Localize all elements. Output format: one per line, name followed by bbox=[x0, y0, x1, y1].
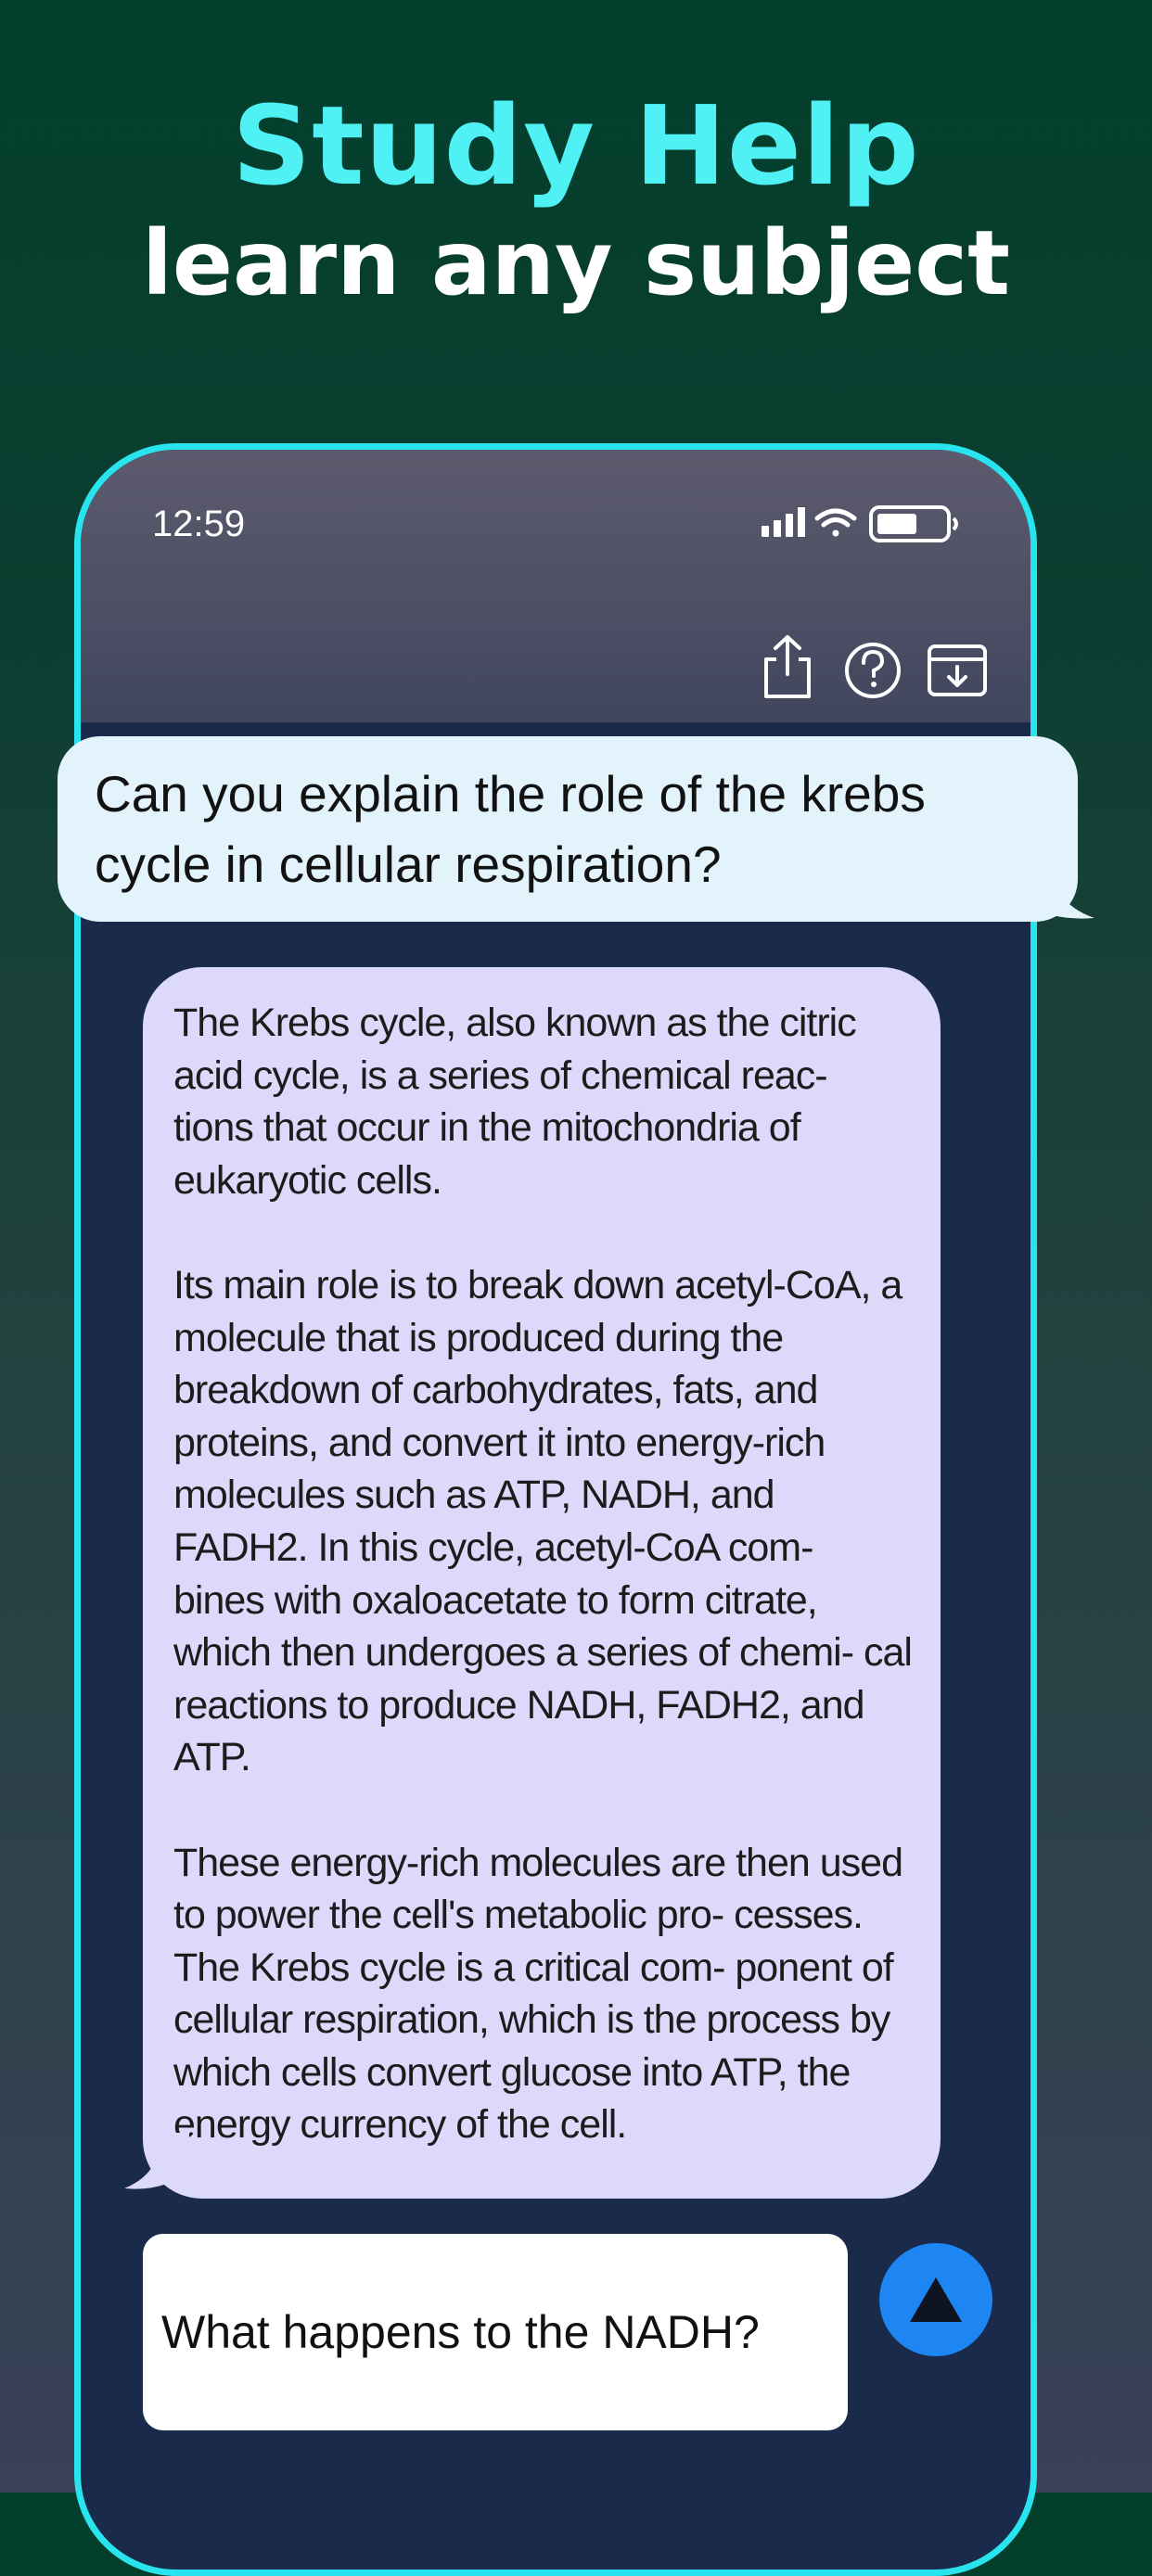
cellular-signal-icon bbox=[762, 507, 805, 537]
ai-bubble-tail bbox=[124, 2133, 189, 2189]
promo-subtitle: learn any subject bbox=[141, 211, 1011, 315]
wifi-icon bbox=[814, 508, 857, 537]
status-icons bbox=[762, 505, 958, 542]
ai-response-paragraph-1: The Krebs cycle, also known as the citri… bbox=[173, 1001, 857, 1203]
help-icon[interactable] bbox=[840, 631, 905, 702]
ai-response-paragraph-2: Its main role is to break down acetyl-Co… bbox=[173, 1262, 913, 1780]
download-icon[interactable] bbox=[925, 631, 990, 702]
promo-title: Study Help bbox=[232, 82, 920, 210]
app-header: 12:59 bbox=[81, 450, 1030, 722]
ai-response-paragraph-3: These energy-rich molecules are then use… bbox=[173, 1840, 903, 2148]
user-bubble-tail bbox=[1020, 862, 1094, 919]
send-button[interactable] bbox=[879, 2243, 992, 2356]
ai-response-bubble: The Krebs cycle, also known as the citri… bbox=[143, 967, 941, 2199]
share-icon[interactable] bbox=[755, 631, 820, 702]
user-message-bubble: Can you explain the role of the krebs cy… bbox=[58, 736, 1078, 922]
message-input[interactable]: What happens to the NADH? bbox=[143, 2234, 848, 2430]
battery-icon bbox=[869, 505, 958, 542]
status-time: 12:59 bbox=[152, 504, 246, 544]
send-arrow-icon bbox=[910, 2277, 962, 2322]
